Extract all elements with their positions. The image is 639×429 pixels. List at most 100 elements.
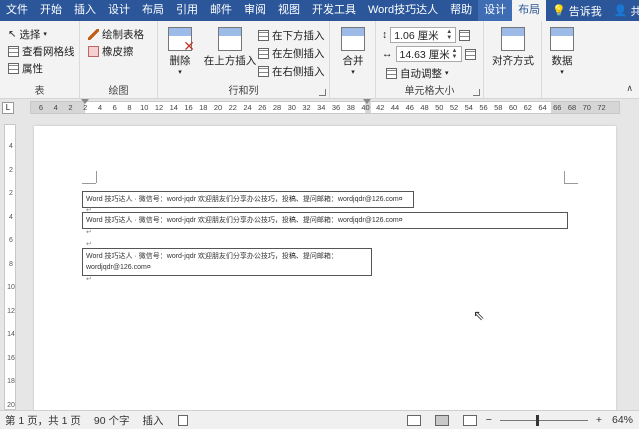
tab-insert[interactable]: 插入	[68, 0, 102, 21]
table-3-cell[interactable]: Word 技巧达人 · 微信号：word-jqdr 欢迎朋友们分享办公技巧，投稿…	[82, 248, 372, 276]
ruler-tick: 2	[83, 103, 88, 112]
eraser-button[interactable]: 橡皮擦	[88, 43, 134, 59]
eraser-icon	[88, 45, 99, 57]
zoom-out-button[interactable]: −	[484, 414, 494, 426]
pencil-icon	[88, 28, 99, 40]
tab-design[interactable]: 设计	[102, 0, 136, 21]
tab-mailings[interactable]: 邮件	[204, 0, 238, 21]
data-button[interactable]: 数据 ▾	[547, 27, 577, 76]
ruler-tick: 64	[538, 103, 547, 112]
zoom-slider-thumb[interactable]	[535, 414, 539, 426]
tab-developer[interactable]: 开发工具	[306, 0, 362, 21]
web-layout-icon[interactable]	[462, 414, 477, 426]
merge-button[interactable]: 合并 ▾	[338, 27, 368, 76]
insert-right-icon	[258, 65, 269, 77]
chevron-down-icon: ▾	[43, 31, 47, 38]
tab-help[interactable]: 帮助	[444, 0, 478, 21]
rows-columns-launcher[interactable]	[319, 89, 326, 96]
view-gridlines-button[interactable]: 查看网格线	[8, 43, 75, 59]
ruler-tick: 14	[169, 103, 178, 112]
insert-right-button[interactable]: 在右侧插入	[258, 63, 325, 79]
ruler-tick: 54	[464, 103, 473, 112]
merge-label: 合并	[342, 55, 364, 67]
tab-layout[interactable]: 布局	[136, 0, 170, 21]
group-label-cell-size: 单元格大小	[404, 86, 455, 97]
properties-button[interactable]: 属性	[8, 60, 43, 76]
share-button[interactable]: 👤 共享	[608, 0, 639, 21]
properties-icon	[8, 62, 19, 74]
collapse-ribbon-icon[interactable]: ∧	[626, 83, 633, 94]
alignment-button[interactable]: 对齐方式	[490, 27, 536, 68]
spin-arrows-icon[interactable]: ▲ ▼	[452, 48, 458, 60]
ruler-tick: 40	[361, 103, 370, 112]
draw-table-button[interactable]: 绘制表格	[88, 26, 144, 42]
insert-above-label: 在上方插入	[203, 55, 257, 67]
ruler-tick: 28	[272, 103, 282, 112]
table-1-cell[interactable]: Word 技巧达人 · 微信号：word-jqdr 欢迎朋友们分享办公技巧，投稿…	[82, 191, 414, 208]
crop-mark	[82, 183, 96, 184]
tab-table-design[interactable]: 设计	[478, 0, 513, 21]
column-width-icon: ↔	[382, 48, 393, 60]
ruler-tick: 8	[127, 103, 132, 112]
read-mode-icon[interactable]	[406, 414, 421, 426]
ruler-tick: 62	[523, 103, 532, 112]
distribute-rows-icon[interactable]	[459, 29, 471, 41]
table-2-cell[interactable]: Word 技巧达人 · 微信号：word-jqdr 欢迎朋友们分享办公技巧，投稿…	[82, 212, 568, 229]
zoom-in-button[interactable]: +	[594, 414, 604, 426]
tab-review[interactable]: 审阅	[238, 0, 272, 21]
spin-arrows-icon[interactable]: ▲ ▼	[446, 29, 452, 41]
tab-table-layout[interactable]: 布局	[512, 0, 547, 21]
lightbulb-icon: 💡	[552, 5, 566, 17]
macro-record-icon[interactable]	[178, 414, 189, 426]
paragraph-mark: ↵	[86, 241, 92, 248]
vertical-ruler-tick: 2	[9, 166, 13, 174]
insert-mode[interactable]: 插入	[137, 413, 171, 428]
tab-references[interactable]: 引用	[170, 0, 204, 21]
select-button[interactable]: ↖ 选择 ▾	[8, 26, 47, 42]
ribbon-tab-bar: 文件 开始 插入 设计 布局 引用 邮件 审阅 视图 开发工具 Word技巧达人…	[0, 0, 639, 21]
row-height-input[interactable]: 1.06 厘米 ▲ ▼	[390, 27, 457, 43]
chevron-down-icon: ▾	[178, 69, 182, 76]
ruler-tick: 26	[258, 103, 267, 112]
merge-icon	[341, 27, 365, 51]
column-width-input[interactable]: 14.63 厘米 ▲ ▼	[395, 46, 462, 62]
cell-size-launcher[interactable]	[473, 89, 480, 96]
horizontal-ruler[interactable]: 6 4 2 2 4 6 8 10 12 14 16 18 20 22 24 26 28 30 32 34 36 38 40 4…	[30, 99, 620, 114]
delete-table-icon: ✕	[168, 27, 195, 53]
insert-above-icon	[218, 27, 242, 51]
ruler-tick: 20	[213, 103, 223, 112]
crop-mark	[564, 183, 578, 184]
insert-above-button[interactable]: 在上方插入	[202, 27, 258, 68]
ruler-tick: 44	[390, 103, 400, 112]
status-bar: 第 1 页，共 1 页 90 个字 插入 − + 64%	[0, 410, 639, 429]
zoom-slider[interactable]	[499, 414, 588, 426]
tab-selector[interactable]: L	[2, 102, 14, 114]
ruler-tick: 60	[508, 103, 518, 112]
insert-left-label: 在左侧插入	[272, 47, 325, 60]
insert-left-button[interactable]: 在左侧插入	[258, 45, 325, 61]
delete-button[interactable]: ✕ 删除 ▾	[166, 27, 195, 76]
vertical-ruler[interactable]: 4 2 2 4 6 8 10 12 14 16 18 20	[4, 124, 16, 410]
tab-view[interactable]: 视图	[272, 0, 306, 21]
delete-label: 删除	[169, 55, 191, 67]
alignment-label: 对齐方式	[492, 55, 534, 67]
word-count[interactable]: 90 个字	[89, 413, 138, 428]
document-page[interactable]: Word 技巧达人 · 微信号：word-jqdr 欢迎朋友们分享办公技巧，投稿…	[34, 126, 616, 416]
ruler-tick: 6	[112, 103, 117, 112]
tab-word-tips[interactable]: Word技巧达人	[362, 0, 444, 21]
tell-me-box[interactable]: 💡 告诉我	[546, 0, 608, 21]
group-draw: 绘制表格 橡皮擦 绘图	[80, 21, 158, 99]
insert-below-button[interactable]: 在下方插入	[258, 27, 325, 43]
zoom-level[interactable]: 64%	[604, 414, 639, 426]
column-width-value: 14.63 厘米	[399, 48, 450, 61]
print-layout-icon[interactable]	[434, 414, 449, 426]
autofit-button[interactable]: 自动调整 ▾	[386, 65, 449, 81]
page-count[interactable]: 第 1 页，共 1 页	[0, 413, 89, 428]
ruler-tick: 36	[331, 103, 341, 112]
tab-home[interactable]: 开始	[34, 0, 68, 21]
ruler-tick: 56	[479, 103, 488, 112]
distribute-columns-icon[interactable]	[464, 48, 476, 60]
tab-file[interactable]: 文件	[0, 0, 34, 21]
ruler-tick: 58	[494, 103, 503, 112]
chevron-down-icon: ▾	[560, 69, 564, 76]
